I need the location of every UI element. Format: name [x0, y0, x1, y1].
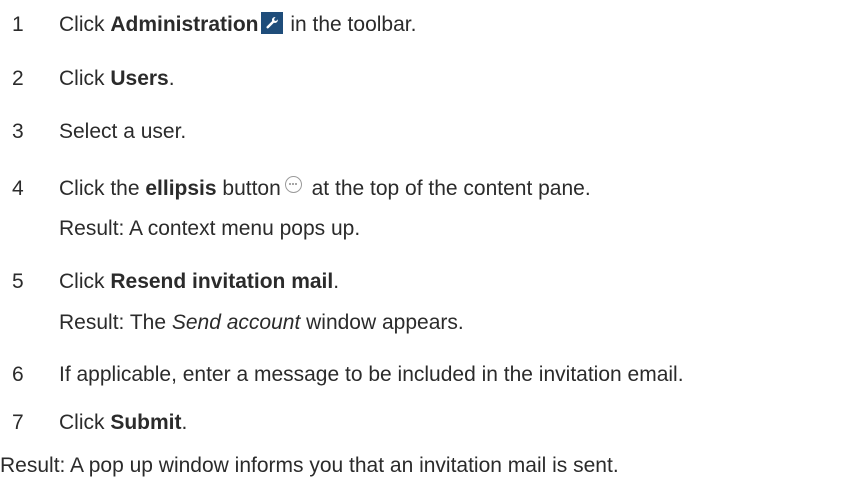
step-number: 6 — [12, 363, 24, 386]
ui-term-ellipsis: ellipsis — [145, 177, 217, 200]
step-text: Click Users. — [59, 66, 175, 92]
step-text-post: in the toolbar. — [284, 13, 417, 36]
step-text: Click Submit. — [59, 410, 187, 436]
result-pre: Result: The — [59, 311, 172, 334]
step-text-pre: Click — [59, 270, 111, 293]
step-text: Select a user. — [59, 120, 187, 143]
step-number: 1 — [12, 13, 24, 36]
step-text-post: . — [333, 270, 340, 293]
step-number: 4 — [12, 177, 24, 200]
step-text-post: at the top of the content pane. — [305, 177, 591, 200]
step-number: 5 — [12, 270, 24, 293]
step-text-pre: Click the — [59, 177, 146, 200]
step-text-pre: Click — [59, 67, 111, 90]
step-text-pre: Click — [59, 13, 111, 36]
step-number: 3 — [12, 120, 24, 143]
step-5-result: Result: The Send account window appears. — [59, 310, 464, 336]
ui-term-resend-invitation-mail: Resend invitation mail — [110, 270, 334, 293]
step-text: Click the ellipsis button at the top of … — [59, 176, 591, 202]
step-text-pre: Click — [59, 411, 111, 434]
step-text: Click Resend invitation mail. — [59, 269, 339, 295]
ui-term-users: Users — [110, 67, 169, 90]
step-text: If applicable, enter a message to be inc… — [59, 363, 684, 386]
ui-term-submit: Submit — [110, 411, 182, 434]
window-name-send-account: Send account — [171, 311, 301, 334]
final-result: Result: A pop up window informs you that… — [0, 454, 619, 477]
step-number: 2 — [12, 67, 24, 90]
step-number: 7 — [12, 411, 24, 434]
procedure-steps: 1 Click Administration in the toolbar. 2… — [0, 0, 847, 484]
step-text-post: . — [181, 411, 188, 434]
step-text: Click Administration in the toolbar. — [59, 12, 416, 38]
wrench-icon — [260, 12, 283, 34]
step-text-mid: button — [216, 177, 281, 200]
ui-term-administration: Administration — [110, 13, 259, 36]
result-post: window appears. — [300, 311, 464, 334]
step-4-result: Result: A context menu pops up. — [59, 217, 361, 240]
ellipsis-icon — [284, 176, 302, 193]
step-text-post: . — [168, 67, 175, 90]
